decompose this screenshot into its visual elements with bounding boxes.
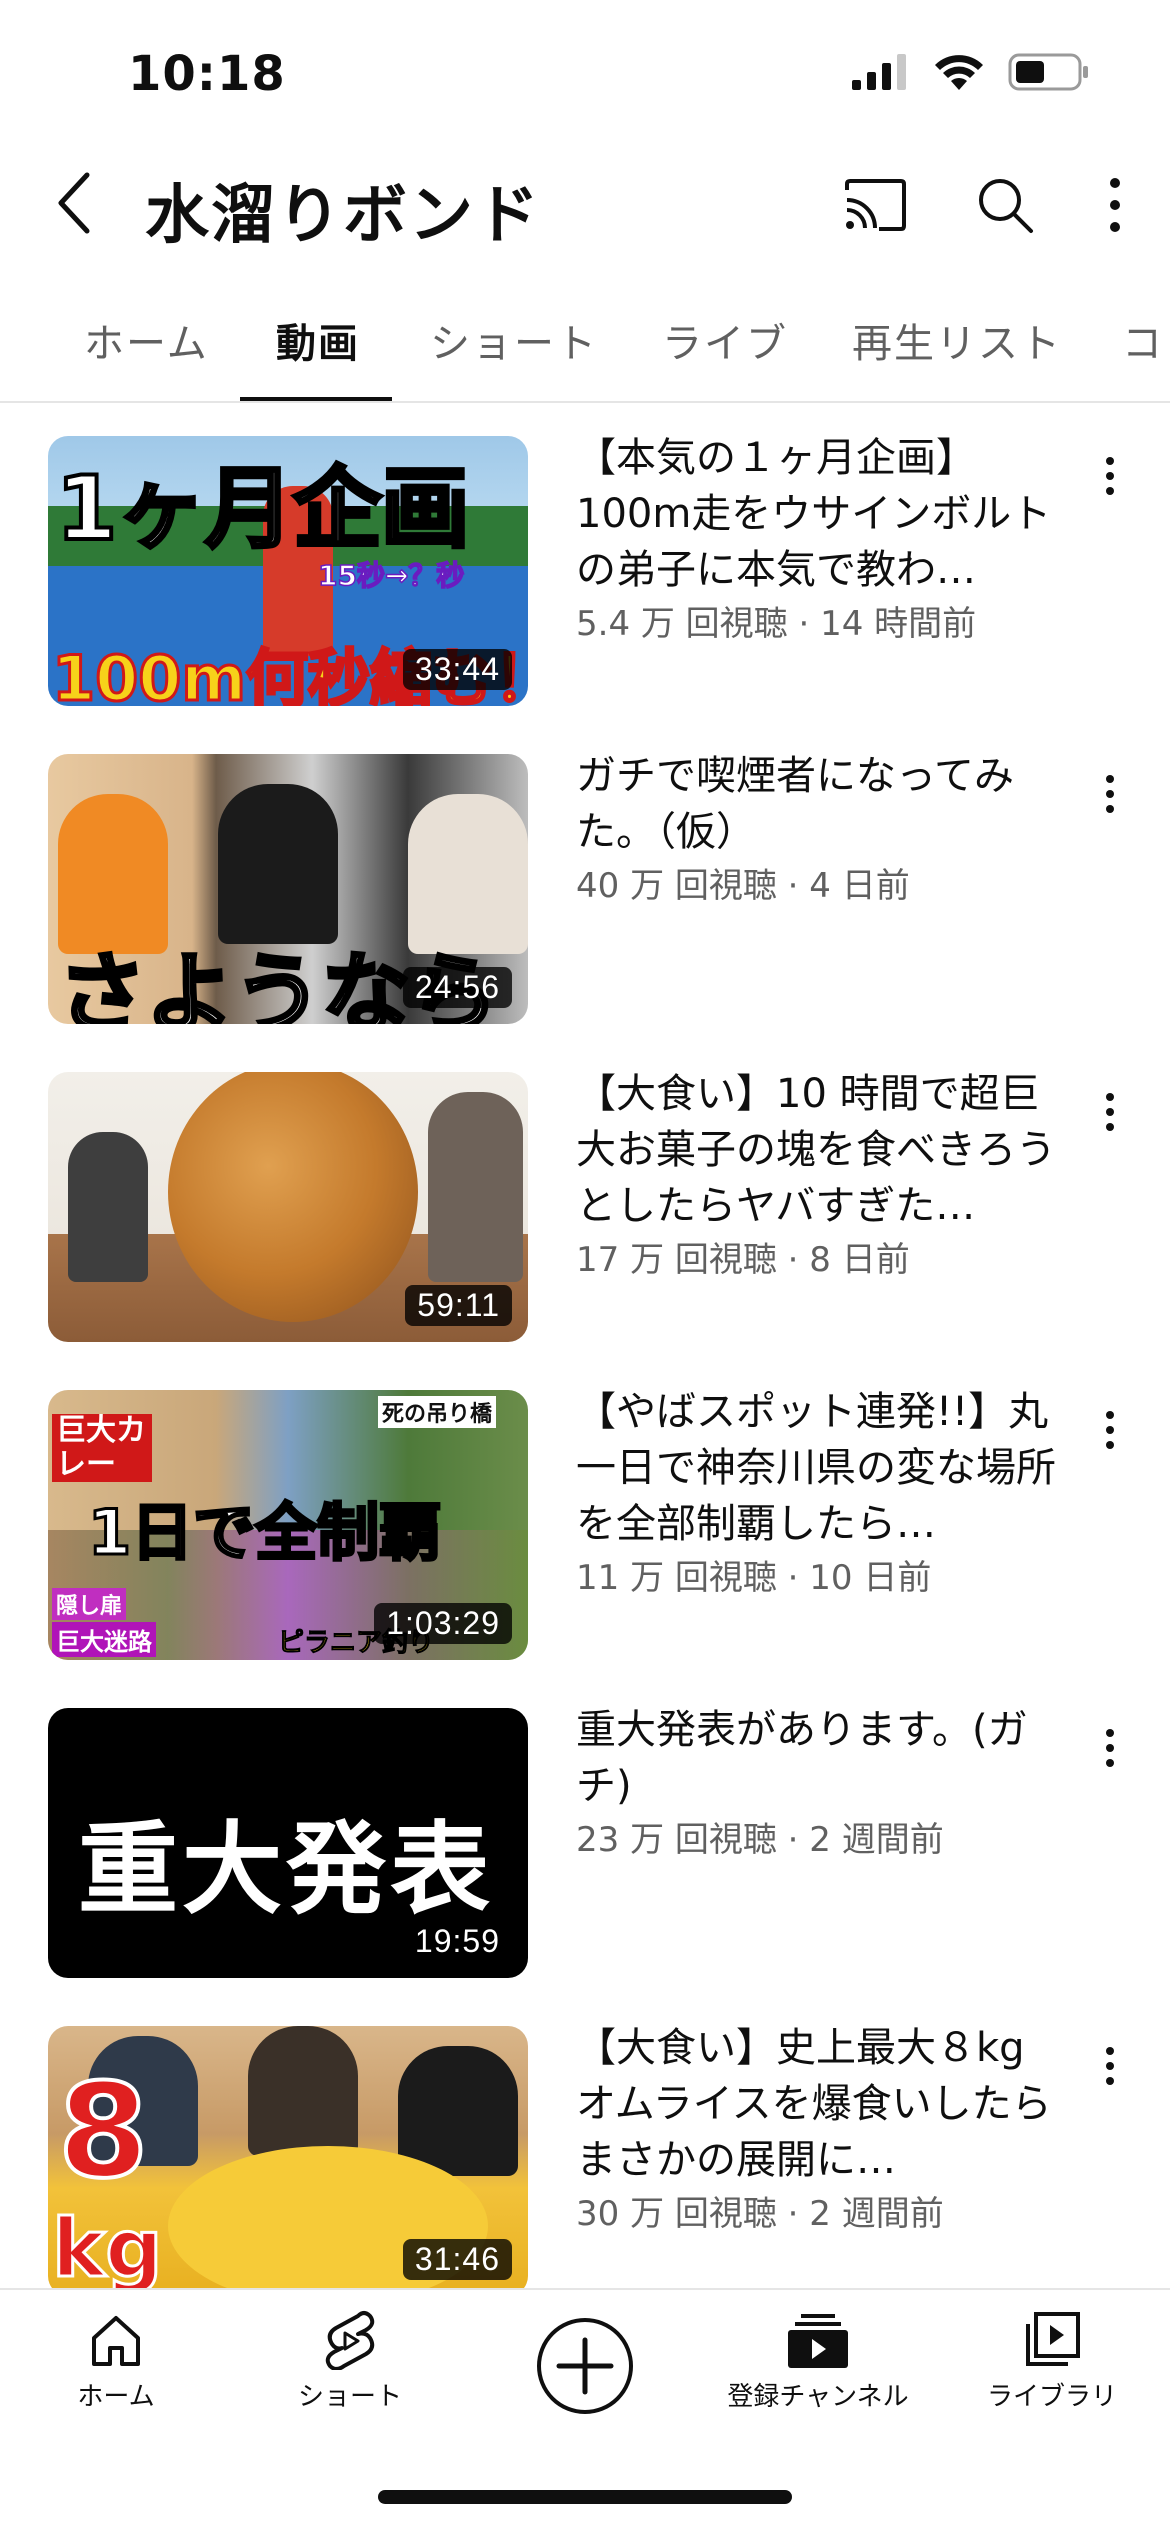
create-button[interactable] xyxy=(485,2316,685,2416)
header-actions xyxy=(840,170,1130,240)
channel-tabs: ホーム 動画 ショート ライブ 再生リスト コミュ xyxy=(0,285,1170,403)
video-title[interactable]: ガチで喫煙者になってみた。（仮） xyxy=(576,748,1076,860)
video-meta: 30 万 回視聴 · 2 週間前 xyxy=(576,2194,944,2234)
video-duration: 33:44 xyxy=(402,649,512,690)
video-menu-button[interactable] xyxy=(1090,446,1130,506)
video-menu-button[interactable] xyxy=(1090,1082,1130,1142)
status-time: 10:18 xyxy=(128,46,286,102)
search-icon xyxy=(979,179,1033,233)
app-header: 水溜りボンド xyxy=(0,140,1170,270)
video-thumbnail[interactable]: 1ヶ月企画 15秒→？秒 100m何秒縮む！ 33:44 xyxy=(48,436,528,706)
create-plus-icon xyxy=(537,2318,633,2414)
tab-videos[interactable]: 動画 xyxy=(276,311,360,369)
video-menu-button[interactable] xyxy=(1090,2036,1130,2096)
video-duration: 31:46 xyxy=(402,2239,512,2280)
nav-shorts[interactable]: ショート xyxy=(250,2310,450,2413)
thumbnail-unit: kg xyxy=(50,2202,163,2295)
video-duration: 1:03:29 xyxy=(374,1603,512,1644)
video-item[interactable]: 巨大カレー 死の吊り橋 1日で全制覇 隠し扉 巨大迷路 ピラニア釣り 1:03:… xyxy=(0,1389,1170,1660)
video-item[interactable]: 重大発表 19:59 重大発表があります。(ガチ) 23 万 回視聴 · 2 週… xyxy=(0,1707,1170,1978)
library-icon xyxy=(1026,2312,1080,2366)
home-indicator[interactable] xyxy=(378,2490,792,2504)
thumbnail-person xyxy=(218,784,338,944)
video-thumbnail[interactable]: 巨大カレー 死の吊り橋 1日で全制覇 隠し扉 巨大迷路 ピラニア釣り 1:03:… xyxy=(48,1390,528,1660)
video-item[interactable]: 8 kg 31:46 【大食い】史上最大８kg オムライスを爆食いしたらまさかの… xyxy=(0,2025,1170,2296)
video-meta: 40 万 回視聴 · 4 日前 xyxy=(576,866,910,906)
video-item[interactable]: 1ヶ月企画 15秒→？秒 100m何秒縮む！ 33:44 【本気の１ヶ月企画】1… xyxy=(0,435,1170,706)
thumbnail-label: 巨大迷路 xyxy=(52,1622,156,1657)
shorts-icon xyxy=(325,2311,375,2370)
video-thumbnail[interactable]: 重大発表 19:59 xyxy=(48,1708,528,1978)
battery-icon xyxy=(1008,53,1088,91)
thumbnail-title-text: 1ヶ月企画 xyxy=(54,455,471,562)
video-thumbnail[interactable]: 59:11 xyxy=(48,1072,528,1342)
status-icons xyxy=(850,52,1090,92)
nav-home-label: ホーム xyxy=(77,2382,155,2412)
nav-subscriptions-label: 登録チャンネル xyxy=(727,2382,909,2412)
cast-button[interactable] xyxy=(840,170,910,240)
more-options-button[interactable] xyxy=(1100,170,1130,240)
more-vert-icon xyxy=(1106,457,1114,495)
subscriptions-icon xyxy=(788,2314,848,2368)
more-vert-icon xyxy=(1110,178,1120,232)
channel-title: 水溜りボンド xyxy=(145,179,541,253)
video-meta: 5.4 万 回視聴 · 14 時間前 xyxy=(576,604,977,644)
video-title[interactable]: 重大発表があります。(ガチ) xyxy=(576,1702,1076,1814)
video-thumbnail[interactable]: さようなら 24:56 xyxy=(48,754,528,1024)
video-meta: 17 万 回視聴 · 8 日前 xyxy=(576,1240,910,1280)
video-duration: 19:59 xyxy=(414,1923,500,1959)
back-arrow-icon xyxy=(58,172,90,234)
nav-shorts-label: ショート xyxy=(297,2382,402,2412)
video-menu-button[interactable] xyxy=(1090,1718,1130,1778)
video-title[interactable]: 【大食い】10 時間で超巨大お菓子の塊を食べきろうとしたらヤバすぎた… xyxy=(576,1066,1076,1234)
video-item[interactable]: さようなら 24:56 ガチで喫煙者になってみた。（仮） 40 万 回視聴 · … xyxy=(0,753,1170,1024)
thumbnail-person xyxy=(248,2026,358,2156)
active-tab-indicator xyxy=(240,397,392,401)
video-meta: 11 万 回視聴 · 10 日前 xyxy=(576,1558,932,1598)
nav-subscriptions[interactable]: 登録チャンネル xyxy=(718,2310,918,2413)
video-title[interactable]: 【やばスポット連発!!】丸一日で神奈川県の変な場所を全部制覇したら… xyxy=(576,1384,1076,1552)
nav-library[interactable]: ライブラリ xyxy=(952,2310,1152,2413)
back-button[interactable] xyxy=(40,168,110,238)
cellular-signal-icon xyxy=(852,54,906,90)
tab-playlists[interactable]: 再生リスト xyxy=(852,311,1062,369)
video-thumbnail[interactable]: 8 kg 31:46 xyxy=(48,2026,528,2296)
cast-icon xyxy=(845,179,906,231)
thumbnail-main-text: 1日で全制覇 xyxy=(86,1495,442,1571)
thumbnail-label: 死の吊り橋 xyxy=(378,1396,497,1428)
thumbnail-label: 巨大カレー xyxy=(52,1414,152,1482)
video-duration: 24:56 xyxy=(402,967,512,1008)
status-bar: 10:18 xyxy=(0,0,1170,140)
thumbnail-person xyxy=(428,1092,523,1282)
more-vert-icon xyxy=(1106,1411,1114,1449)
more-vert-icon xyxy=(1106,2047,1114,2085)
thumbnail-person xyxy=(398,2046,518,2176)
tab-live[interactable]: ライブ xyxy=(662,311,788,369)
more-vert-icon xyxy=(1106,1729,1114,1767)
video-meta: 23 万 回視聴 · 2 週間前 xyxy=(576,1820,944,1860)
thumbnail-big-number: 8 xyxy=(56,2055,150,2207)
video-menu-button[interactable] xyxy=(1090,764,1130,824)
more-vert-icon xyxy=(1106,1093,1114,1131)
video-item[interactable]: 59:11 【大食い】10 時間で超巨大お菓子の塊を食べきろうとしたらヤバすぎた… xyxy=(0,1071,1170,1342)
thumbnail-small-text: 15秒→？秒 xyxy=(317,558,465,593)
thumbnail-label: 隠し扉 xyxy=(52,1588,127,1620)
nav-library-label: ライブラリ xyxy=(986,2382,1117,2412)
video-title[interactable]: 【本気の１ヶ月企画】100m走をウサインボルトの弟子に本気で教わ… xyxy=(576,430,1076,598)
video-duration: 59:11 xyxy=(405,1285,512,1326)
video-title[interactable]: 【大食い】史上最大８kg オムライスを爆食いしたらまさかの展開に… xyxy=(576,2020,1076,2188)
thumbnail-main-text: 重大発表 xyxy=(78,1811,494,1928)
tab-shorts[interactable]: ショート xyxy=(430,311,598,369)
thumbnail-person xyxy=(68,1132,148,1282)
wifi-icon xyxy=(935,55,983,90)
search-button[interactable] xyxy=(970,170,1040,240)
thumbnail-snack-ball xyxy=(168,1072,418,1322)
video-menu-button[interactable] xyxy=(1090,1400,1130,1460)
home-icon xyxy=(92,2316,140,2366)
tab-home[interactable]: ホーム xyxy=(84,311,209,369)
more-vert-icon xyxy=(1106,775,1114,813)
nav-home[interactable]: ホーム xyxy=(16,2310,216,2413)
tab-community[interactable]: コミュ xyxy=(1122,311,1170,369)
